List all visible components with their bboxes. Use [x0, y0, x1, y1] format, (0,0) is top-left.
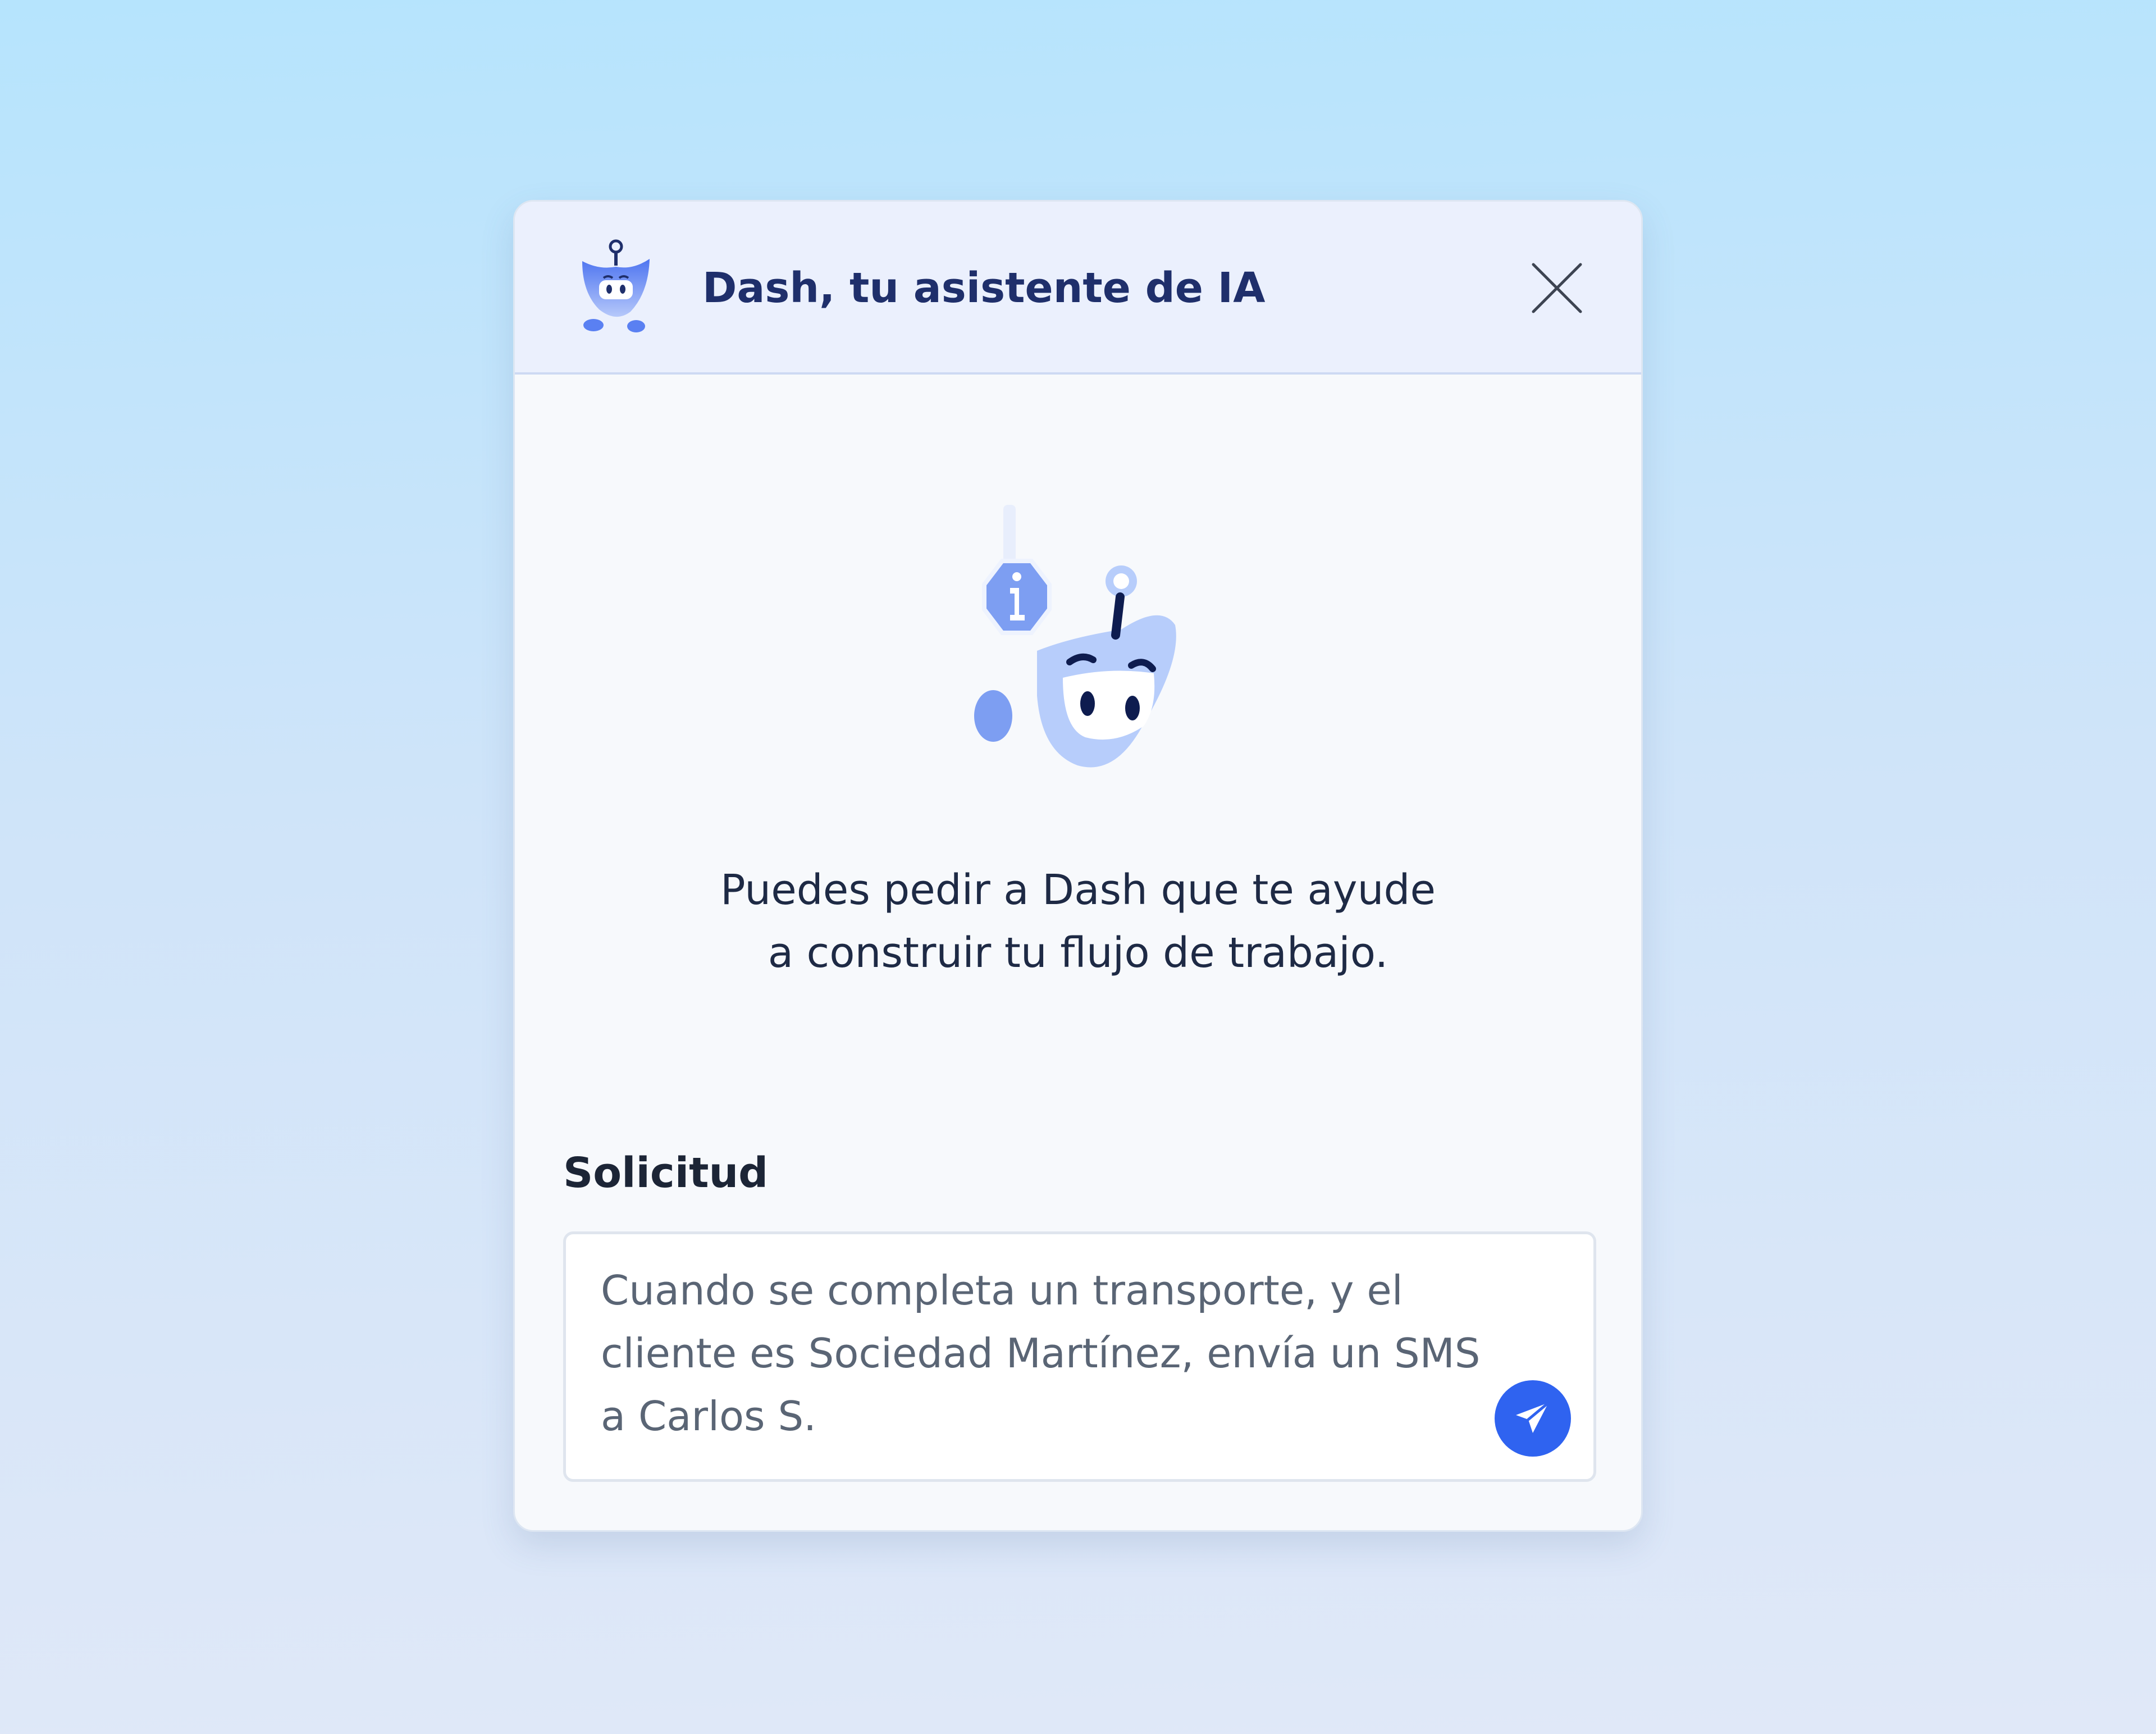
robot-mascot-icon: [582, 239, 650, 332]
request-text-line: Cuando se completa un transporte, y el: [601, 1267, 1403, 1314]
send-button[interactable]: [1495, 1380, 1571, 1457]
info-badge-icon: [982, 559, 1052, 635]
request-text[interactable]: Cuando se completa un transporte, y el c…: [601, 1259, 1522, 1450]
intro-line: Puedes pedir a Dash que te ayude: [720, 866, 1436, 914]
dialog-title: Dash, tu asistente de IA: [702, 264, 1266, 312]
send-icon: [1516, 1401, 1550, 1433]
intro-line: a construir tu flujo de trabajo.: [768, 929, 1388, 977]
request-label: Solicitud: [563, 1149, 769, 1197]
close-icon[interactable]: [1529, 260, 1585, 316]
request-text-line: cliente es Sociedad Martínez, envía un S…: [601, 1330, 1481, 1377]
request-input[interactable]: Cuando se completa un transporte, y el c…: [563, 1231, 1596, 1482]
dialog-header: Dash, tu asistente de IA: [515, 202, 1641, 375]
robot-info-icon: [974, 505, 1176, 768]
request-text-line: a Carlos S.: [601, 1393, 817, 1440]
intro-message: Puedes pedir a Dash que te ayude a const…: [515, 859, 1641, 984]
assistant-dialog: Dash, tu asistente de IA Puedes pedir a …: [513, 200, 1643, 1532]
